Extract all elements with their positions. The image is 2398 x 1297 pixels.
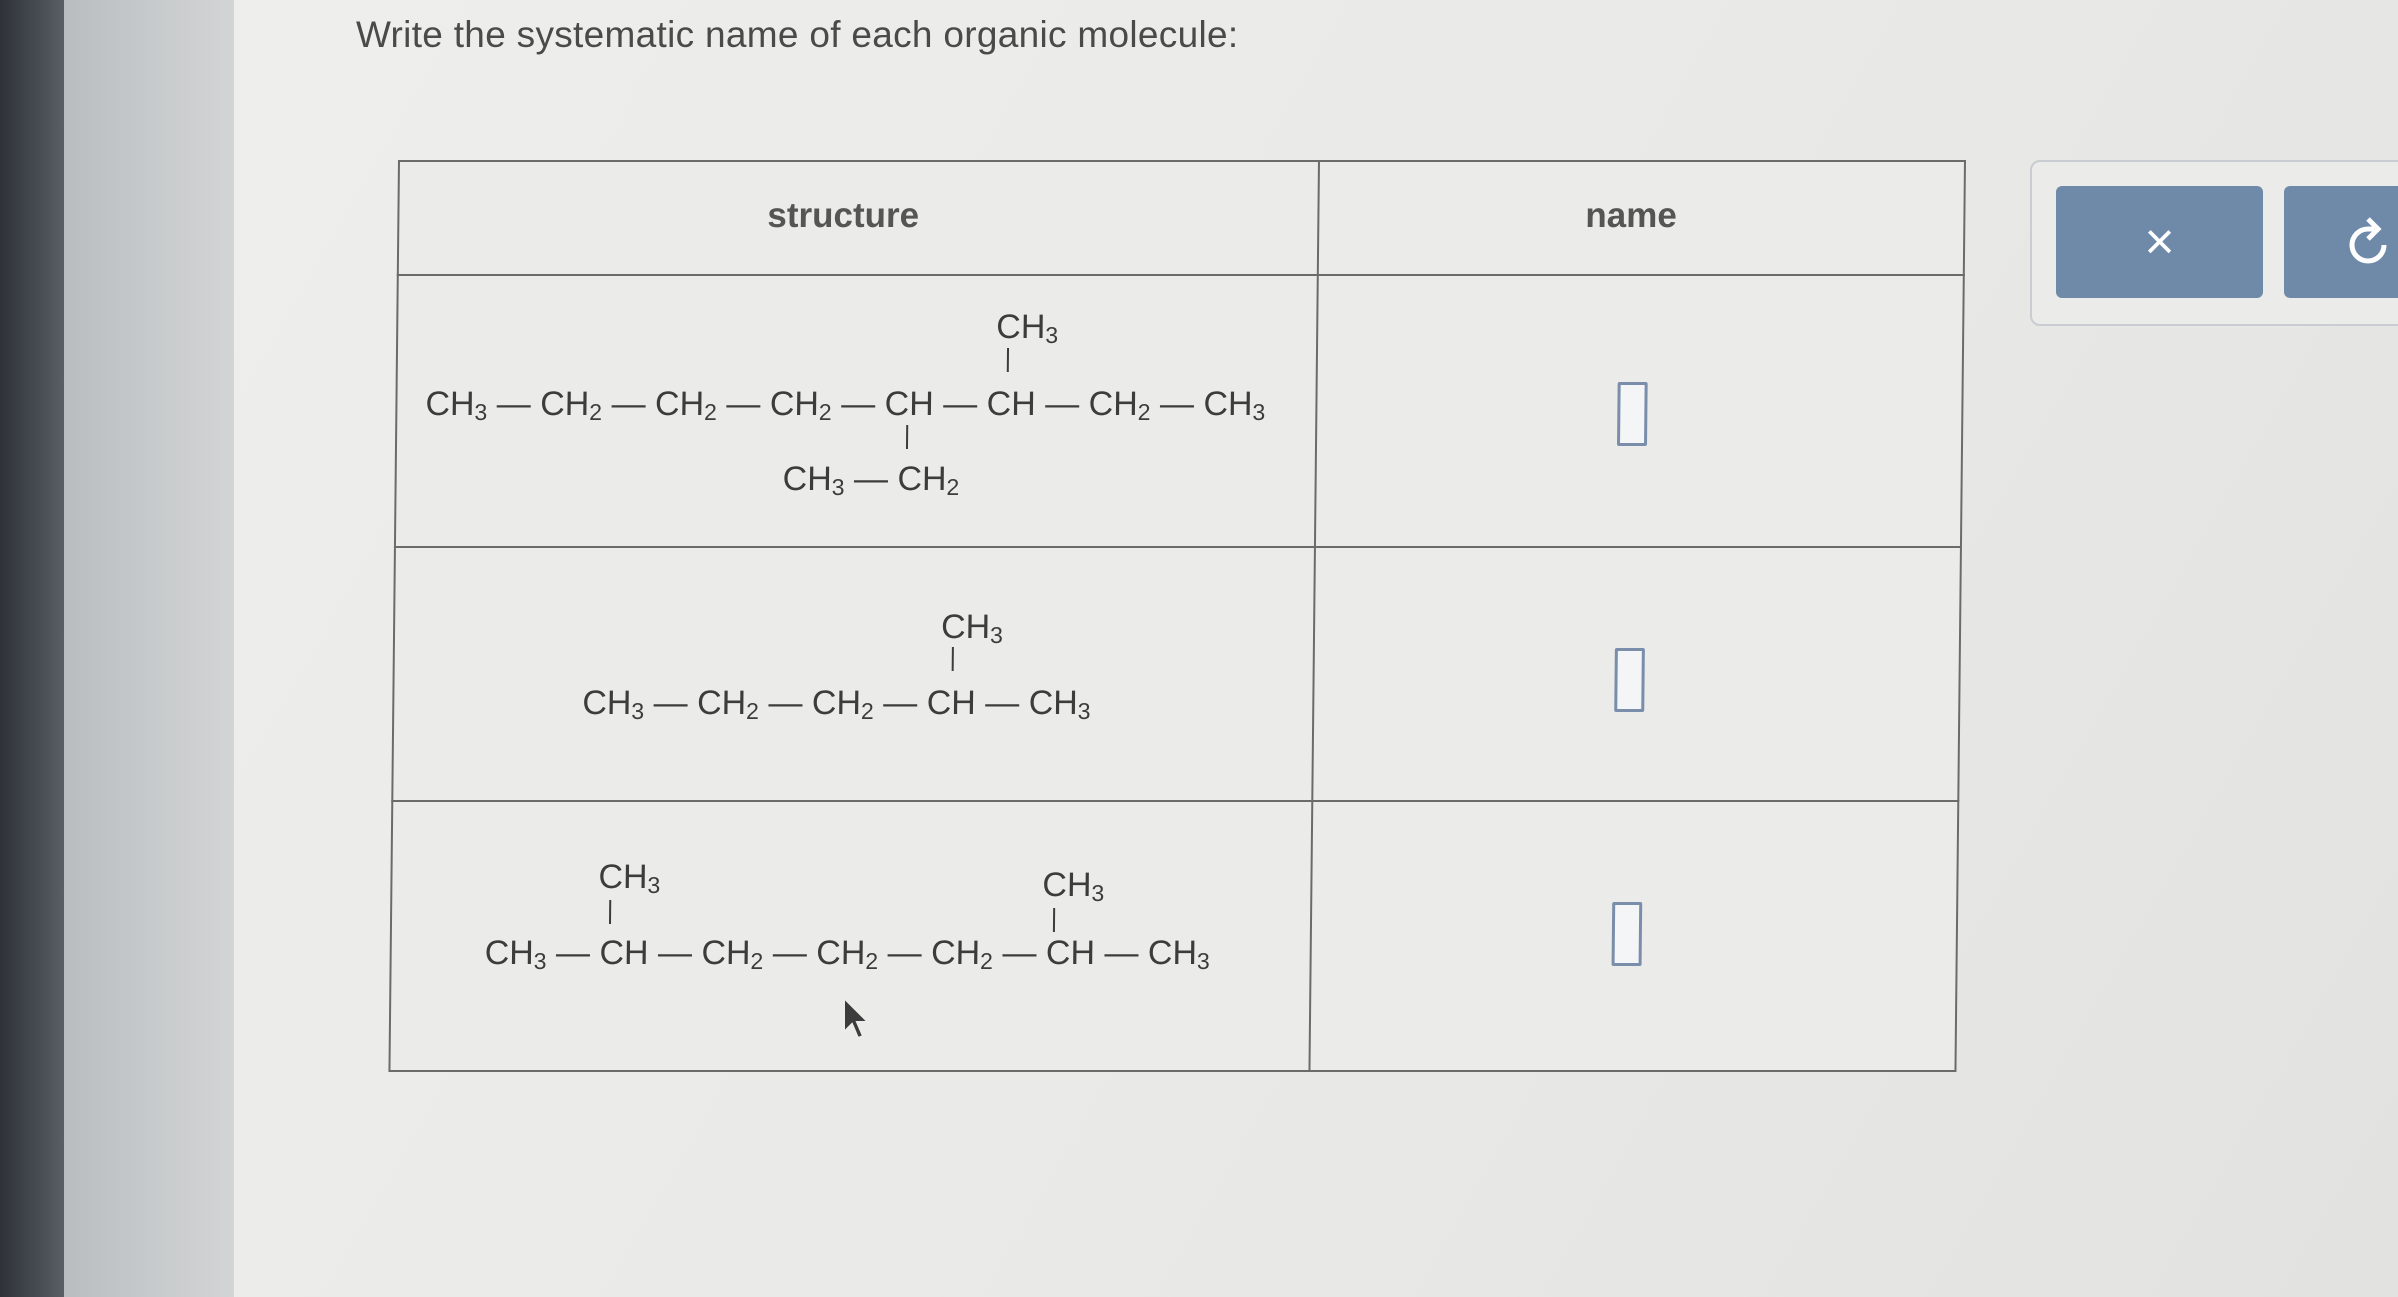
clear-button[interactable]: ×: [2056, 186, 2263, 298]
sidebar-strip: [64, 0, 234, 1297]
structure-main-chain: CH3 — CH2 — CH2 — CH — CH3: [582, 684, 1091, 724]
structure-main-chain: CH3 — CH2 — CH2 — CH2 — CH — CH — CH2 — …: [425, 385, 1266, 425]
undo-button[interactable]: [2284, 186, 2398, 298]
header-divider: [396, 274, 1965, 276]
branch-bond: [608, 900, 612, 924]
branch-bond: [951, 647, 954, 671]
x-icon: ×: [2144, 213, 2175, 271]
structure-header: structure: [767, 196, 920, 235]
molecule-table: structure name CH3 CH3 — CH2 — CH2 — CH2…: [388, 160, 1966, 1072]
name-header: name: [1585, 196, 1678, 235]
methyl-branch: CH3: [1042, 866, 1105, 906]
structure-main-chain: CH3 — CH — CH2 — CH2 — CH2 — CH — CH3: [484, 934, 1210, 974]
undo-icon: [2349, 217, 2387, 264]
branch-bond: [1052, 908, 1056, 932]
answer-input-3[interactable]: [1611, 902, 1643, 966]
ethyl-branch: CH3 — CH2: [782, 460, 960, 500]
branch-bond: [905, 425, 909, 449]
row-divider: [391, 800, 1960, 802]
question-prompt: Write the systematic name of each organi…: [356, 14, 1239, 55]
answer-input-2[interactable]: [1614, 648, 1645, 712]
answer-input-1[interactable]: [1617, 382, 1648, 446]
row-divider: [393, 546, 1962, 548]
mouse-pointer-icon: [843, 996, 870, 1040]
methyl-branch: CH3: [940, 608, 1004, 648]
methyl-branch: CH3: [996, 308, 1059, 348]
branch-bond: [1006, 348, 1010, 372]
screen-bezel: [0, 0, 64, 1297]
methyl-branch: CH3: [598, 858, 661, 898]
